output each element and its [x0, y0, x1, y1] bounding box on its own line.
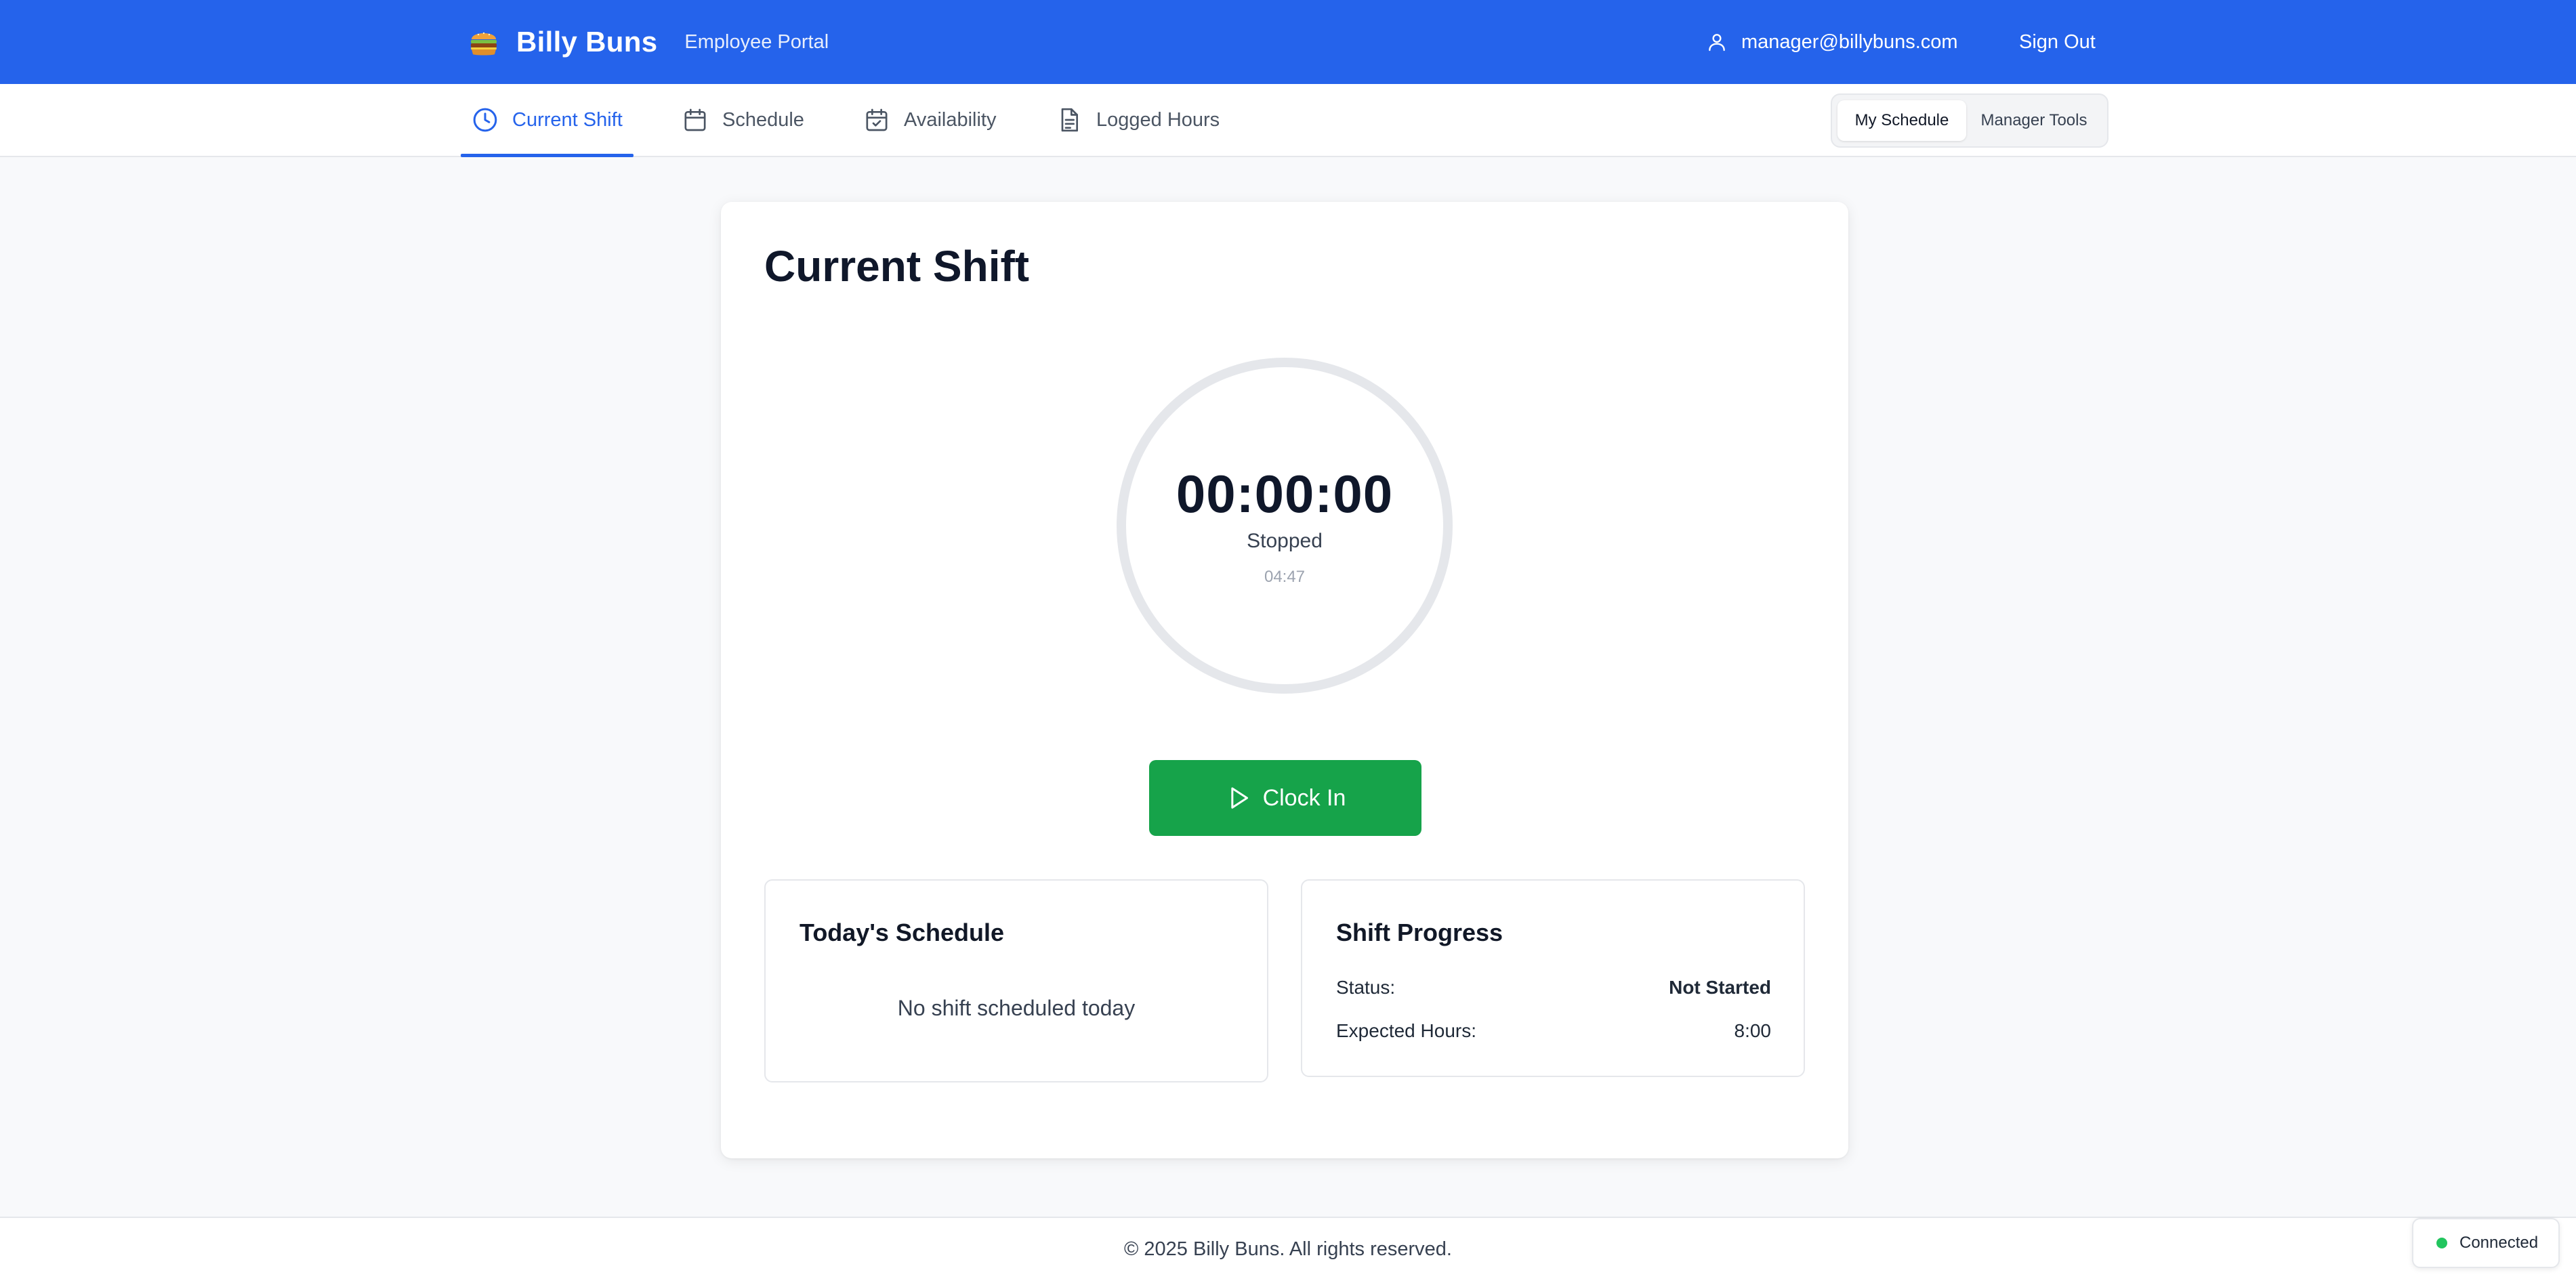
user-account[interactable]: manager@billybuns.com: [1706, 23, 1958, 61]
manager-tools-toggle[interactable]: Manager Tools: [1966, 100, 2102, 141]
view-toggle: My Schedule Manager Tools: [1831, 93, 2108, 148]
page-title: Current Shift: [764, 242, 1030, 291]
tab-label: Current Shift: [512, 108, 623, 131]
clock-icon: [473, 108, 497, 132]
calendar-check-icon: [866, 108, 888, 131]
user-email: manager@billybuns.com: [1741, 30, 1958, 53]
tab-label: Logged Hours: [1096, 108, 1220, 131]
tab-schedule[interactable]: Schedule: [682, 84, 804, 156]
current-shift-card: Current Shift 00:00:00 Stopped 04:47 Clo…: [721, 202, 1848, 1158]
brand-name: Billy Buns: [516, 26, 658, 58]
tab-availability[interactable]: Availability: [863, 84, 996, 156]
connection-label: Connected: [2459, 1234, 2539, 1252]
tab-logged-hours[interactable]: Logged Hours: [1056, 84, 1220, 156]
status-dot: [2436, 1238, 2447, 1248]
clock-in-button[interactable]: Clock In: [1149, 760, 1421, 836]
brand[interactable]: Billy Buns Employee Portal: [468, 20, 829, 64]
footer: © 2025 Billy Buns. All rights reserved.: [0, 1217, 2576, 1283]
expected-hours-value: 8:00: [1734, 1020, 1772, 1041]
timer-ring: [1117, 358, 1453, 694]
sign-out-button[interactable]: Sign Out: [2019, 23, 2096, 61]
play-icon: [1230, 787, 1248, 809]
shift-progress-card: Shift Progress Status: Not Started Expec…: [1301, 879, 1805, 1077]
document-icon: [1061, 108, 1078, 132]
nav-bar: Current Shift Schedule Availability Logg…: [0, 84, 2576, 157]
my-schedule-toggle[interactable]: My Schedule: [1837, 100, 1966, 141]
todays-schedule-card: Today's Schedule No shift scheduled toda…: [764, 879, 1268, 1082]
expected-hours-label: Expected Hours:: [1336, 1020, 1476, 1041]
calendar-icon: [684, 108, 706, 131]
status-label: Status:: [1336, 977, 1396, 998]
expected-hours-row: Expected Hours: 8:00: [1336, 1017, 1771, 1045]
portal-subtitle: Employee Portal: [684, 30, 829, 53]
burger-icon: [471, 32, 497, 56]
tab-label: Schedule: [722, 108, 804, 131]
status-row: Status: Not Started: [1336, 974, 1771, 1001]
current-time: 04:47: [1264, 568, 1306, 586]
tab-current-shift[interactable]: Current Shift: [461, 84, 633, 157]
shift-progress-title: Shift Progress: [1336, 919, 1503, 946]
user-icon: [1709, 34, 1725, 51]
clock-in-label: Clock In: [1262, 784, 1346, 811]
top-header: Billy Buns Employee Portal manager@billy…: [0, 0, 2576, 84]
status-value: Not Started: [1669, 977, 1771, 998]
timer-value: 00:00:00: [1176, 464, 1394, 524]
copyright-text: © 2025 Billy Buns. All rights reserved.: [1124, 1238, 1452, 1260]
timer-status: Stopped: [1247, 530, 1323, 552]
tab-label: Availability: [904, 108, 997, 131]
no-shift-message: No shift scheduled today: [897, 996, 1136, 1020]
todays-schedule-title: Today's Schedule: [799, 919, 1004, 946]
connection-status-badge: Connected: [2412, 1218, 2560, 1268]
